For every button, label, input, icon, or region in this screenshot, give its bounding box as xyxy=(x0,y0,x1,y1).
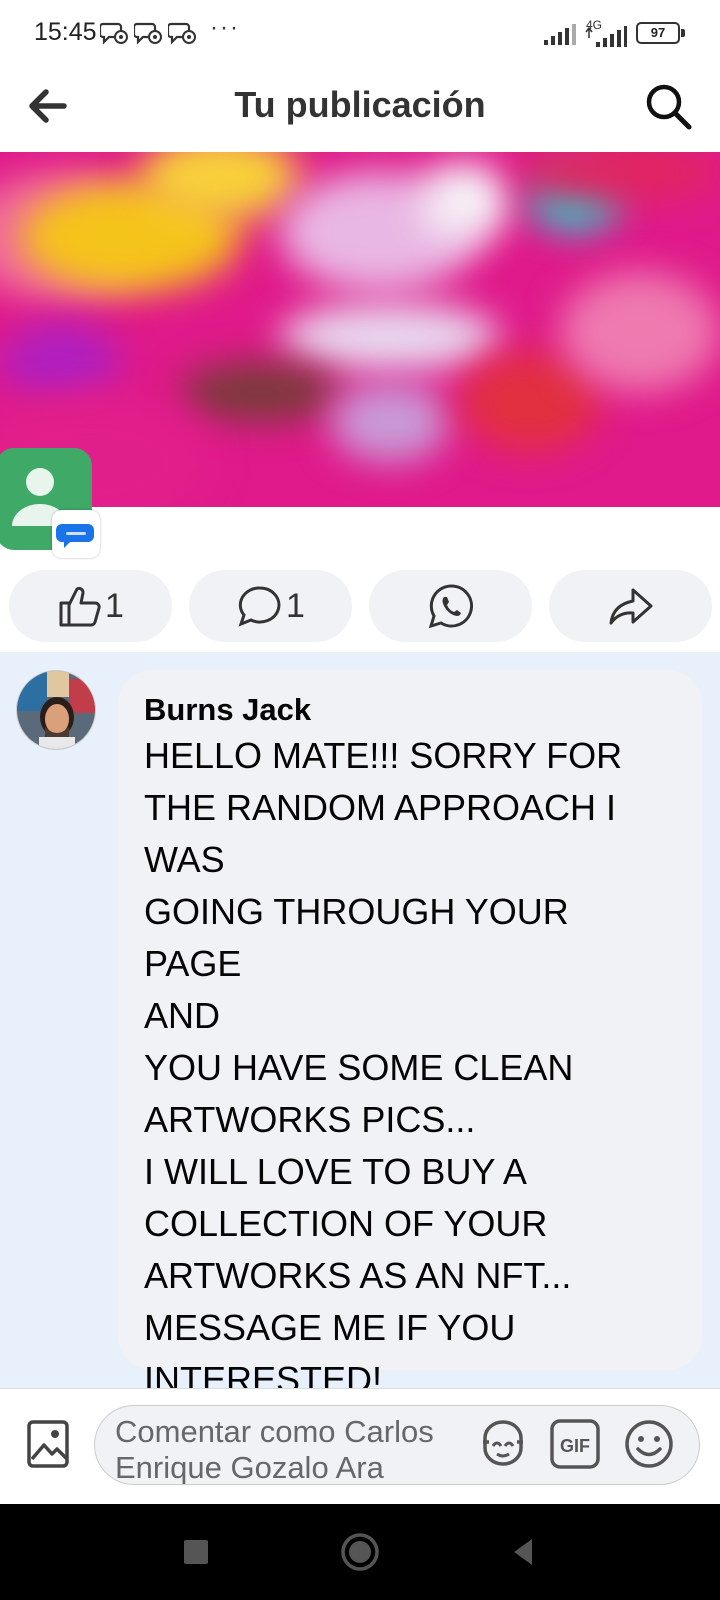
home-icon[interactable] xyxy=(338,1530,382,1574)
svg-text:GIF: GIF xyxy=(560,1436,590,1456)
battery-indicator: 97 xyxy=(636,22,685,44)
comment-input[interactable]: Comentar como Carlos Enrique Gozalo Ara … xyxy=(94,1405,700,1485)
like-icon xyxy=(59,586,101,627)
signal-icon xyxy=(544,24,576,45)
comment-placeholder: Comentar como Carlos Enrique Gozalo Ara xyxy=(115,1414,434,1485)
like-count: 1 xyxy=(105,586,124,625)
share-button[interactable] xyxy=(549,570,712,642)
page-title: Tu publicación xyxy=(234,84,486,125)
comment-composer: Comentar como Carlos Enrique Gozalo Ara … xyxy=(0,1388,720,1504)
share-icon xyxy=(609,588,652,625)
recents-icon[interactable] xyxy=(174,1530,218,1574)
message-bubble-icon xyxy=(56,524,94,548)
comment-count: 1 xyxy=(286,586,305,625)
post-actions: 1 1 xyxy=(0,570,720,644)
signal-4g-icon xyxy=(585,26,627,47)
chat-notification-icon xyxy=(168,22,196,45)
avatar[interactable] xyxy=(16,670,96,750)
status-time: 15:45 xyxy=(34,18,97,46)
chat-notification-icon xyxy=(134,22,162,45)
comment-button[interactable]: 1 xyxy=(189,570,352,642)
gif-icon[interactable]: GIF xyxy=(547,1416,603,1472)
comments-section: Burns Jack HELLO MATE!!! SORRY FOR THE R… xyxy=(0,652,720,1400)
status-bar: 15:45 ··· 4G 97 xyxy=(0,0,720,66)
whatsapp-share-button[interactable] xyxy=(369,570,532,642)
chat-notification-icon xyxy=(100,22,128,45)
messages-badge xyxy=(52,510,100,558)
user-photo xyxy=(17,671,95,749)
more-notifications-indicator: ··· xyxy=(210,14,240,41)
photo-icon[interactable] xyxy=(26,1419,70,1469)
header: Tu publicación xyxy=(0,66,720,152)
comment-text: HELLO MATE!!! SORRY FOR THE RANDOM APPRO… xyxy=(144,735,623,1400)
whatsapp-icon xyxy=(428,584,473,629)
comment-icon xyxy=(238,586,281,627)
comment-bubble[interactable]: Burns Jack HELLO MATE!!! SORRY FOR THE R… xyxy=(118,670,702,1400)
emoji-icon[interactable] xyxy=(621,1416,677,1472)
like-button[interactable]: 1 xyxy=(9,570,172,642)
post-image[interactable] xyxy=(0,152,720,507)
search-icon[interactable] xyxy=(640,78,696,134)
comment-author[interactable]: Burns Jack xyxy=(144,690,676,730)
avatar-sticker-icon[interactable] xyxy=(475,1416,531,1472)
system-navigation-bar xyxy=(0,1504,720,1600)
back-icon[interactable] xyxy=(502,1530,546,1574)
